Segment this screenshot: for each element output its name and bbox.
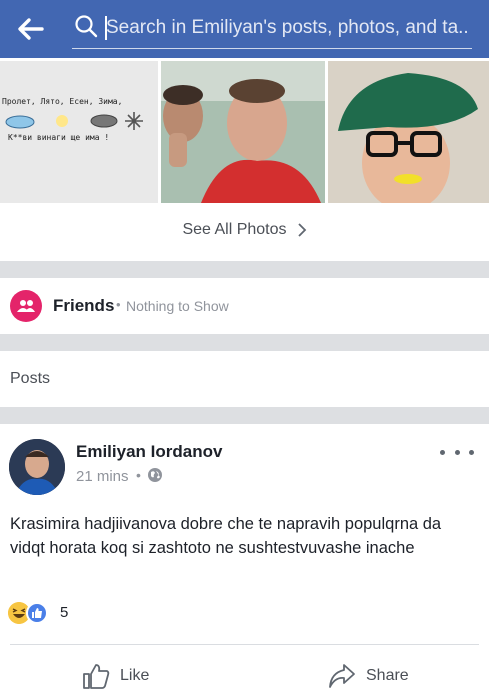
see-all-photos-label: See All Photos (182, 221, 287, 238)
share-button[interactable]: Share (328, 660, 409, 692)
posts-section-header: Posts (0, 351, 489, 407)
reactions-summary[interactable]: 5 (8, 602, 88, 626)
selfie-photo (161, 61, 325, 203)
separator-dot: • (136, 467, 141, 483)
like-reaction-icon (26, 602, 48, 624)
search-icon (75, 15, 98, 38)
post-timestamp[interactable]: 21 mins (76, 468, 129, 485)
friends-icon (10, 290, 42, 322)
share-arrow-icon (329, 664, 355, 688)
top-bar (0, 0, 489, 58)
search-box[interactable] (72, 8, 472, 49)
beret-photo (328, 61, 489, 203)
text-cursor (105, 16, 107, 40)
posts-title: Posts (10, 370, 51, 387)
reaction-count: 5 (60, 604, 69, 621)
meme-caption-line-2: К**ви винаги ще има ! (8, 133, 110, 142)
like-label: Like (120, 667, 150, 684)
post-text: Krasimira hadjiivanova dobre che te napr… (10, 515, 442, 557)
friends-title: Friends (53, 296, 115, 315)
search-input[interactable] (106, 14, 468, 42)
see-all-photos-link[interactable]: See All Photos (0, 210, 489, 250)
photo-thumbnail-2[interactable] (161, 61, 325, 203)
chevron-right-icon (297, 223, 306, 237)
separator-dot: • (116, 297, 121, 312)
photos-section: Пролет, Лято, Есен, Зима, К**ви винаги щ… (0, 58, 489, 261)
more-options-icon[interactable] (440, 442, 474, 462)
photo-thumbnail-3[interactable] (328, 61, 489, 203)
meme-caption-line-1: Пролет, Лято, Есен, Зима, (2, 97, 123, 106)
avatar[interactable] (9, 439, 65, 495)
divider (10, 644, 479, 645)
share-label: Share (366, 667, 409, 684)
post-author[interactable]: Emiliyan Iordanov (76, 442, 222, 462)
post-card: Emiliyan Iordanov 21 mins • Krasimira ha… (0, 424, 489, 694)
thumbs-up-icon (83, 664, 110, 689)
friends-status: Nothing to Show (126, 298, 229, 314)
like-button[interactable]: Like (82, 660, 149, 692)
back-arrow-icon[interactable] (12, 11, 48, 47)
weather-icons (5, 112, 143, 130)
globe-icon (148, 468, 162, 482)
friends-section[interactable]: Friends • Nothing to Show (0, 278, 489, 334)
photo-thumbnail-1[interactable]: Пролет, Лято, Есен, Зима, К**ви винаги щ… (0, 61, 158, 203)
